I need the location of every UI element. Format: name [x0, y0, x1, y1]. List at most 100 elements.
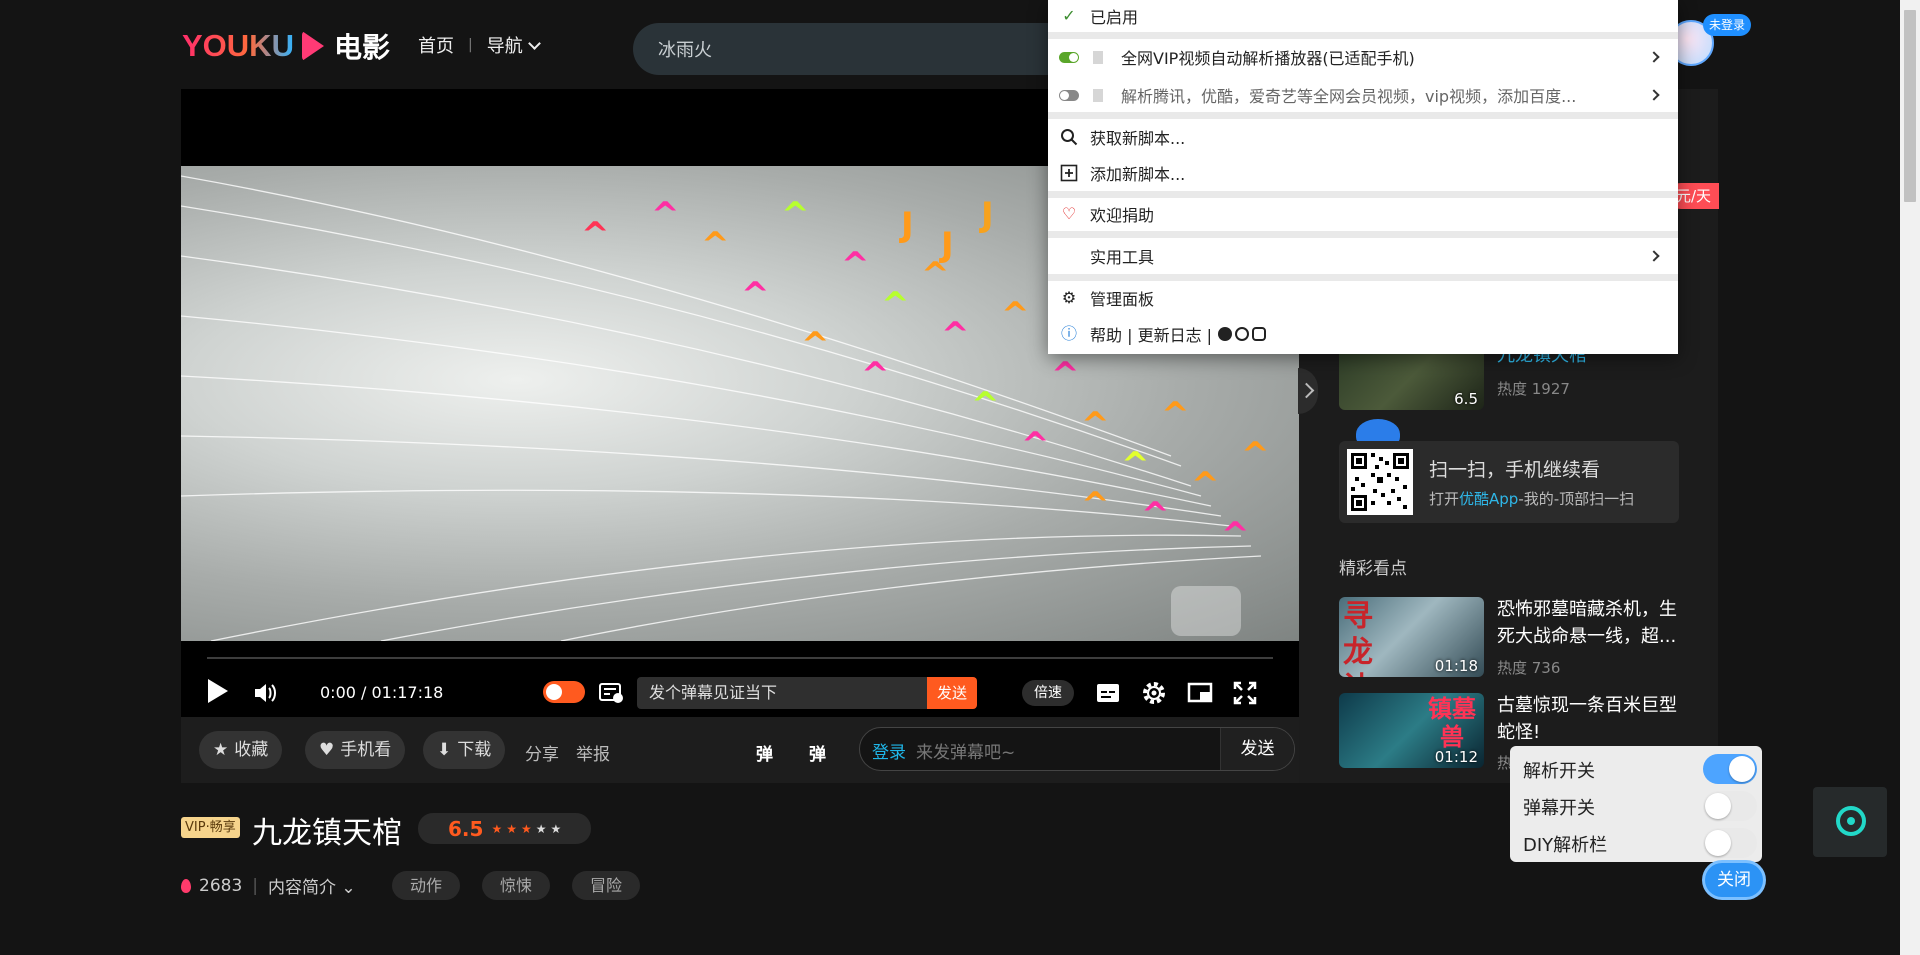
svg-text:^: ^ — [1121, 445, 1150, 485]
speed-button[interactable]: 倍速 — [1022, 680, 1074, 706]
menu-enabled-label: 已启用 — [1090, 8, 1139, 27]
instagram-icon[interactable] — [1252, 327, 1266, 341]
nav-navigation[interactable]: 导航 — [487, 32, 541, 58]
parse-switch[interactable] — [1703, 754, 1757, 784]
genre-tag-thriller[interactable]: 惊悚 — [482, 871, 551, 900]
float-parse-button[interactable] — [1813, 787, 1887, 857]
time-display: 0:00 / 01:17:18 — [320, 683, 444, 702]
close-button[interactable]: 关闭 — [1705, 863, 1763, 897]
search-value: 冰雨火 — [658, 40, 712, 61]
parse-switch-row: 解析开关 — [1523, 752, 1757, 786]
check-icon: ✓ — [1062, 6, 1076, 25]
facebook-icon[interactable] — [1235, 327, 1249, 341]
pip-icon[interactable] — [1186, 679, 1214, 707]
scrollbar-thumb[interactable] — [1904, 10, 1916, 202]
svg-text:^: ^ — [1221, 515, 1250, 555]
plus-square-icon — [1060, 164, 1078, 182]
favorite-button[interactable]: ★ 收藏 — [199, 731, 283, 769]
menu-script-2[interactable]: 解析腾讯，优酷，爱奇艺等全网会员视频，vip视频，添加百度... — [1048, 79, 1678, 111]
menu-dashboard[interactable]: ⚙ 管理面板 — [1048, 282, 1678, 314]
player-controls: 0:00 / 01:17:18 发个弹幕见证当下 发送 倍速 — [181, 641, 1299, 717]
qr-sub-app: 优酷App — [1459, 490, 1519, 508]
menu-add-script[interactable]: 添加新脚本... — [1048, 157, 1678, 189]
danmu-switch-row: 弹幕开关 — [1523, 789, 1757, 823]
menu-tools[interactable]: 实用工具 — [1048, 240, 1678, 272]
genre-tag-adventure[interactable]: 冒险 — [572, 871, 641, 900]
download-icon: ⬇ — [437, 740, 452, 760]
menu-donate[interactable]: ♡ 欢迎捐助 — [1048, 198, 1678, 230]
danmu-send-button[interactable]: 发送 — [927, 677, 977, 709]
gear-icon[interactable] — [1140, 679, 1168, 707]
add-script-label: 添加新脚本... — [1090, 165, 1186, 184]
danmu-input[interactable]: 发个弹幕见证当下 — [637, 677, 927, 709]
download-button[interactable]: ⬇ 下载 — [423, 731, 506, 769]
rating-pill: 6.5 ★★★★★ — [418, 813, 591, 844]
highlight-duration-1: 01:18 — [1434, 657, 1478, 675]
diy-bar-switch[interactable] — [1703, 828, 1757, 858]
play-icon[interactable] — [208, 679, 228, 703]
comment-send-button[interactable]: 发送 — [1220, 728, 1294, 770]
search-input[interactable]: 冰雨火 — [633, 23, 1073, 75]
get-scripts-label: 获取新脚本... — [1090, 129, 1186, 148]
action-bar: ★ 收藏 ♥ 手机看 ⬇ 下载 分享 举报 弹 弹 登录 来发弹幕吧~ 发送 — [181, 717, 1299, 783]
subtitle-icon[interactable] — [1094, 679, 1122, 707]
star-icon: ★ — [213, 740, 229, 760]
highlight-title-2[interactable]: 古墓惊现一条百米巨型蛇怪! — [1497, 692, 1677, 746]
progress-bar[interactable] — [207, 657, 1273, 659]
featured-score: 6.5 — [1454, 390, 1478, 408]
highlight-thumbnail-1[interactable]: 寻龙诀 01:18 — [1339, 597, 1484, 677]
danmu-settings-icon[interactable] — [597, 679, 625, 707]
meta-divider: | — [252, 875, 258, 896]
rating-stars-icon: ★★★★★ — [491, 821, 566, 836]
parse-switch-label: 解析开关 — [1523, 761, 1595, 782]
script-1-toggle[interactable] — [1059, 51, 1079, 63]
comment-input[interactable]: 登录 来发弹幕吧~ 发送 — [859, 727, 1295, 771]
script-doc-icon — [1093, 50, 1103, 64]
page-scrollbar[interactable] — [1900, 0, 1920, 955]
comment-placeholder: 来发弹幕吧~ — [916, 743, 1016, 763]
volume-icon[interactable] — [251, 679, 279, 707]
fullscreen-icon[interactable] — [1231, 679, 1259, 707]
report-link[interactable]: 举报 — [576, 740, 610, 765]
svg-text:^: ^ — [971, 385, 1000, 425]
diy-bar-row: DIY解析栏 — [1523, 826, 1757, 860]
nav-home[interactable]: 首页 — [418, 32, 454, 58]
movie-score: 6.5 — [448, 816, 484, 841]
top-nav: 首页 | 导航 — [418, 32, 541, 58]
danmu-style-icon[interactable]: 弹 — [809, 740, 826, 765]
danmu-switch-label: 弹幕开关 — [1523, 798, 1595, 819]
svg-text:^: ^ — [701, 225, 730, 265]
highlights-title: 精彩看点 — [1339, 559, 1407, 579]
danmu-mode-icon[interactable]: 弹 — [756, 740, 773, 765]
login-link[interactable]: 登录 — [872, 738, 906, 763]
menu-enabled[interactable]: ✓ 已启用 — [1048, 0, 1678, 32]
menu-script-1[interactable]: 全网VIP视频自动解析播放器(已适配手机) — [1048, 41, 1678, 73]
danmu-toggle[interactable] — [543, 681, 585, 703]
danmu-switch[interactable] — [1703, 791, 1757, 821]
intro-toggle[interactable]: 内容简介 ⌄ — [268, 873, 356, 898]
movie-meta: 2683 | 内容简介 ⌄ — [181, 873, 356, 898]
svg-text:^: ^ — [1141, 495, 1170, 535]
help-label: 帮助 | 更新日志 | — [1090, 326, 1213, 345]
youku-logo[interactable]: YOUKU 电影 — [182, 26, 390, 66]
menu-divider — [1048, 32, 1678, 39]
logo-text: YOUKU — [182, 28, 294, 63]
chevron-right-icon — [1648, 250, 1660, 262]
svg-text:^: ^ — [741, 275, 770, 315]
genre-tag-action[interactable]: 动作 — [392, 871, 461, 900]
highlight-thumbnail-2[interactable]: 镇墓兽 01:12 — [1339, 693, 1484, 768]
highlight-title-1[interactable]: 恐怖邪墓暗藏杀机，生死大战命悬一线，超... — [1497, 596, 1677, 650]
share-link[interactable]: 分享 — [525, 740, 559, 765]
svg-text:^: ^ — [1021, 425, 1050, 465]
menu-get-scripts[interactable]: 获取新脚本... — [1048, 121, 1678, 153]
flame-icon — [181, 878, 191, 893]
script-1-label: 全网VIP视频自动解析播放器(已适配手机) — [1121, 49, 1415, 68]
qr-subtitle: 打开优酷App-我的-顶部扫一扫 — [1429, 488, 1634, 509]
github-icon[interactable] — [1218, 327, 1232, 341]
mobile-watch-button[interactable]: ♥ 手机看 — [305, 731, 406, 769]
script-2-label: 解析腾讯，优酷，爱奇艺等全网会员视频，vip视频，添加百度... — [1121, 87, 1577, 106]
highlight-duration-2: 01:12 — [1434, 748, 1478, 766]
vip-badge: VIP·畅享 — [181, 817, 240, 838]
menu-help[interactable]: ⓘ 帮助 | 更新日志 | — [1048, 318, 1678, 350]
script-2-toggle[interactable] — [1059, 89, 1079, 101]
